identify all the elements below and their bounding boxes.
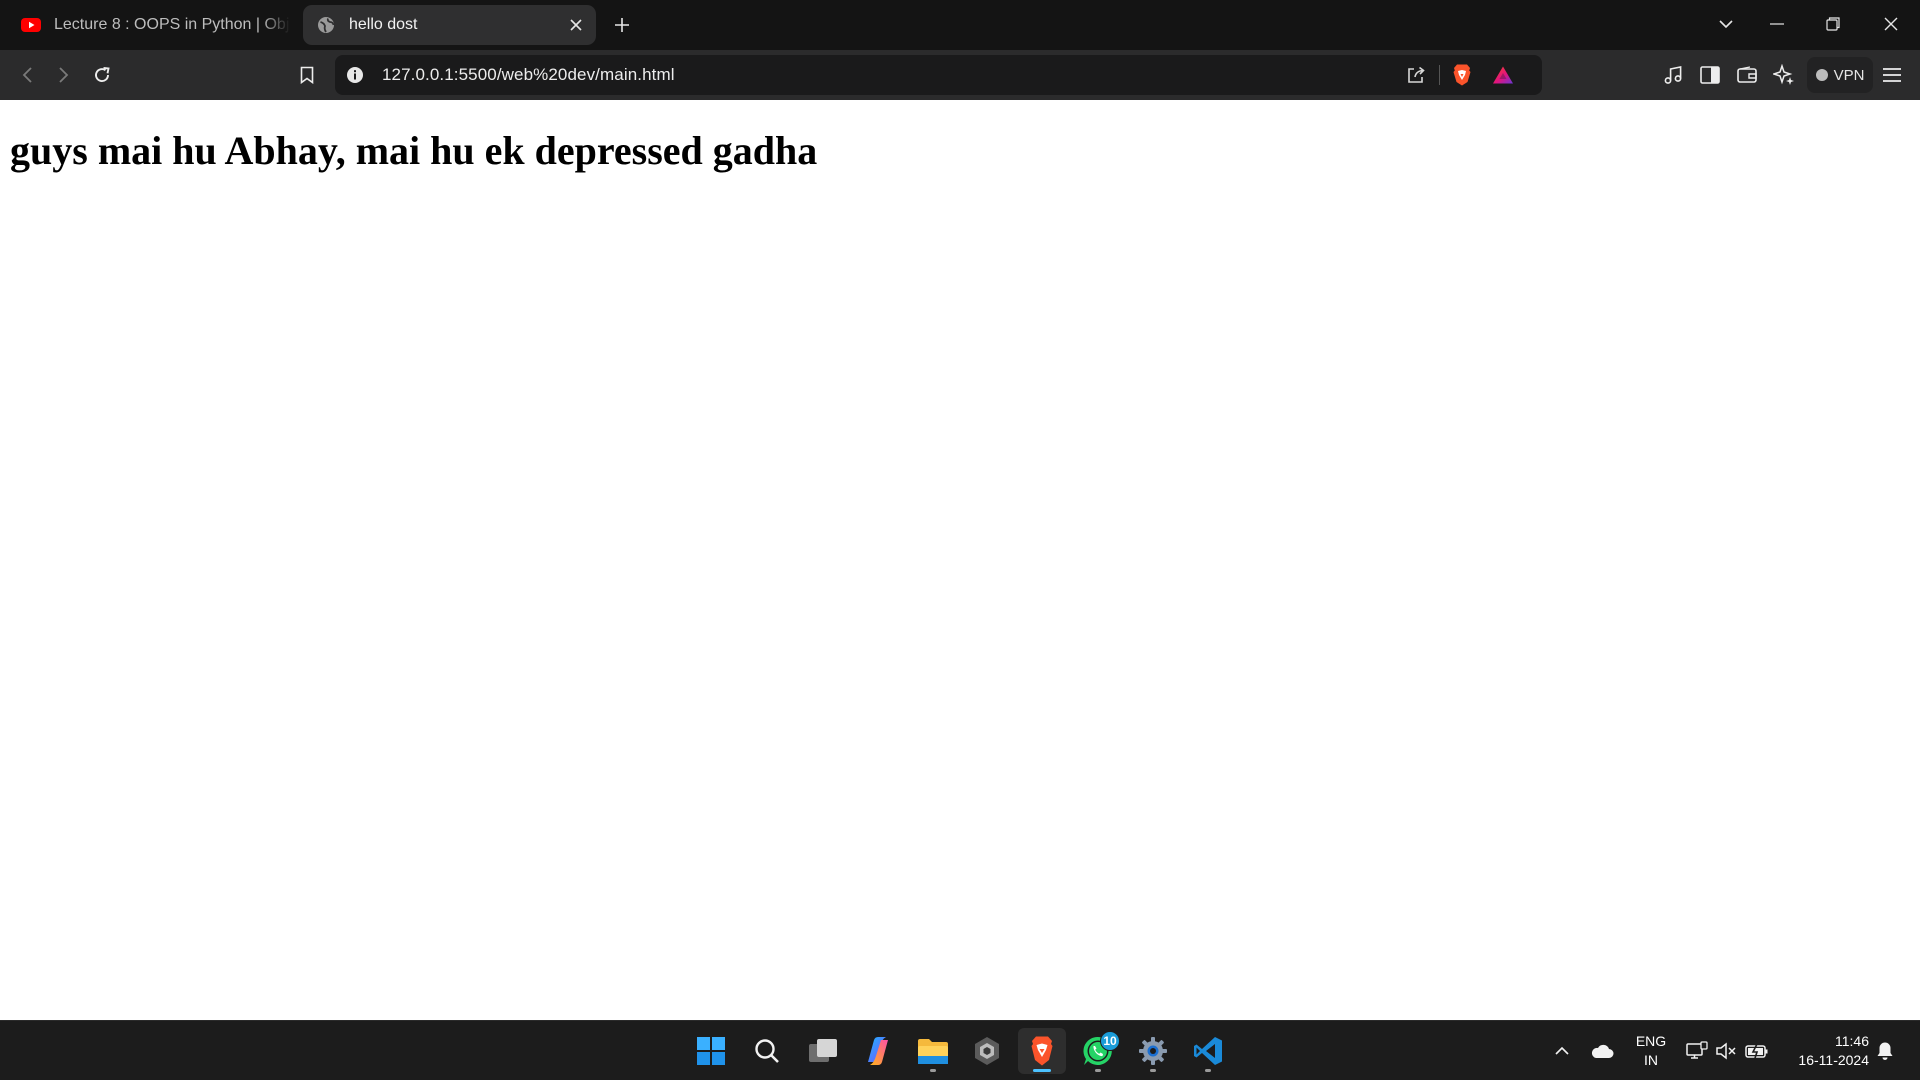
file-explorer-button[interactable] bbox=[909, 1028, 957, 1074]
close-icon bbox=[1884, 17, 1898, 31]
wallet-button[interactable] bbox=[1731, 59, 1763, 91]
language-code: ENG bbox=[1635, 1033, 1667, 1049]
tab-strip: Lecture 8 : OOPS in Python | Object Orie… bbox=[0, 0, 1920, 50]
divider bbox=[1439, 65, 1440, 85]
leo-ai-button[interactable] bbox=[1768, 59, 1800, 91]
globe-icon bbox=[315, 14, 337, 36]
search-icon bbox=[755, 1039, 779, 1063]
brave-rewards-icon[interactable] bbox=[1489, 61, 1517, 89]
app-button[interactable] bbox=[963, 1028, 1011, 1074]
bookmark-button[interactable] bbox=[291, 59, 323, 91]
show-hidden-icons-button[interactable] bbox=[1548, 1037, 1576, 1065]
bookmark-icon bbox=[300, 66, 314, 84]
address-bar[interactable]: 127.0.0.1:5500/web%20dev/main.html bbox=[335, 55, 1542, 95]
cloud-icon bbox=[1591, 1044, 1614, 1058]
copilot-button[interactable] bbox=[854, 1028, 902, 1074]
brave-browser-button[interactable] bbox=[1018, 1028, 1066, 1074]
tab-youtube-lecture[interactable]: Lecture 8 : OOPS in Python | Object Orie… bbox=[8, 5, 290, 45]
restore-button[interactable] bbox=[1811, 6, 1855, 42]
copilot-icon bbox=[868, 1037, 888, 1065]
volume-tray-button[interactable] bbox=[1712, 1037, 1740, 1065]
url-text[interactable]: 127.0.0.1:5500/web%20dev/main.html bbox=[382, 65, 675, 85]
chevron-up-icon bbox=[1555, 1046, 1569, 1055]
minimize-button[interactable] bbox=[1755, 6, 1799, 42]
tab-search-button[interactable] bbox=[1704, 6, 1748, 42]
running-indicator bbox=[1205, 1069, 1211, 1072]
network-icon bbox=[1686, 1041, 1708, 1059]
tab-hello-dost[interactable]: hello dost bbox=[303, 5, 596, 45]
menu-button[interactable] bbox=[1876, 59, 1908, 91]
bell-icon bbox=[1877, 1042, 1893, 1060]
leo-sparkle-icon bbox=[1773, 64, 1794, 85]
minimize-icon bbox=[1770, 23, 1784, 25]
forward-button[interactable] bbox=[48, 59, 80, 91]
restore-icon bbox=[1826, 17, 1840, 31]
volume-muted-icon bbox=[1716, 1042, 1736, 1060]
settings-button[interactable] bbox=[1129, 1028, 1177, 1074]
brave-shields-icon[interactable] bbox=[1448, 61, 1476, 89]
wallet-icon bbox=[1737, 66, 1757, 83]
task-view-icon bbox=[809, 1039, 837, 1062]
browser-toolbar: 127.0.0.1:5500/web%20dev/main.html VPN bbox=[0, 50, 1920, 100]
reload-icon bbox=[95, 67, 110, 82]
language-region: IN bbox=[1644, 1052, 1658, 1068]
input-language-indicator[interactable]: ENG IN bbox=[1632, 1032, 1670, 1070]
brave-icon bbox=[1031, 1036, 1053, 1066]
forward-arrow-icon bbox=[59, 67, 69, 83]
vscode-icon bbox=[1194, 1037, 1222, 1065]
clock-date: 16-11-2024 bbox=[1798, 1052, 1869, 1068]
close-tab-icon[interactable] bbox=[562, 11, 590, 39]
media-button[interactable] bbox=[1657, 59, 1689, 91]
plus-icon bbox=[615, 18, 629, 32]
share-icon[interactable] bbox=[1402, 61, 1430, 89]
vpn-status-icon bbox=[1815, 69, 1828, 81]
running-indicator bbox=[1095, 1069, 1101, 1072]
whatsapp-button[interactable]: 10 bbox=[1074, 1028, 1122, 1074]
hamburger-menu-icon bbox=[1883, 68, 1901, 82]
running-indicator bbox=[930, 1069, 936, 1072]
close-window-button[interactable] bbox=[1869, 6, 1913, 42]
settings-icon bbox=[1139, 1037, 1167, 1065]
notification-center-button[interactable] bbox=[1871, 1037, 1899, 1065]
battery-tray-button[interactable] bbox=[1743, 1037, 1771, 1065]
running-indicator bbox=[1150, 1069, 1156, 1072]
clock[interactable]: 11:46 16-11-2024 bbox=[1775, 1032, 1869, 1070]
web-page-viewport: guys mai hu Abhay, mai hu ek depressed g… bbox=[0, 100, 1920, 1020]
chevron-down-icon bbox=[1719, 20, 1733, 29]
onedrive-tray-button[interactable] bbox=[1588, 1037, 1616, 1065]
search-button[interactable] bbox=[743, 1028, 791, 1074]
clock-time: 11:46 bbox=[1835, 1033, 1869, 1049]
back-button[interactable] bbox=[11, 59, 43, 91]
vscode-button[interactable] bbox=[1184, 1028, 1232, 1074]
active-indicator bbox=[1033, 1069, 1051, 1072]
start-icon bbox=[697, 1037, 725, 1065]
site-info-icon[interactable] bbox=[343, 63, 367, 87]
app-icon bbox=[975, 1037, 999, 1065]
youtube-icon bbox=[20, 14, 42, 36]
file-explorer-icon bbox=[918, 1039, 948, 1064]
music-note-icon bbox=[1664, 66, 1682, 84]
page-heading: guys mai hu Abhay, mai hu ek depressed g… bbox=[10, 128, 818, 173]
windows-taskbar: 10 ENG IN 11:46 16-11-2024 bbox=[0, 1020, 1920, 1080]
sidebar-icon bbox=[1700, 66, 1720, 84]
vpn-button[interactable]: VPN bbox=[1807, 57, 1873, 93]
task-view-button[interactable] bbox=[799, 1028, 847, 1074]
start-button[interactable] bbox=[687, 1028, 735, 1074]
tab-title: hello dost bbox=[349, 16, 418, 33]
battery-charging-icon bbox=[1745, 1043, 1768, 1059]
new-tab-button[interactable] bbox=[606, 10, 638, 40]
back-arrow-icon bbox=[22, 67, 32, 83]
vpn-label: VPN bbox=[1833, 66, 1865, 84]
sidebar-button[interactable] bbox=[1694, 59, 1726, 91]
network-tray-button[interactable] bbox=[1683, 1037, 1711, 1065]
whatsapp-notification-badge: 10 bbox=[1100, 1031, 1120, 1051]
tab-title: Lecture 8 : OOPS in Python | Object Orie… bbox=[54, 16, 290, 33]
reload-button[interactable] bbox=[86, 59, 118, 91]
